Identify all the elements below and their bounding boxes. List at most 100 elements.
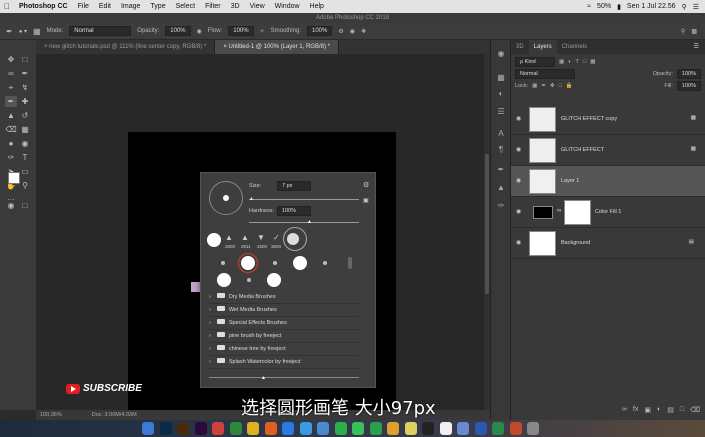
brush-folder[interactable]: › Wet Media Brushes: [209, 304, 359, 317]
clone-source-icon[interactable]: ▲: [495, 182, 507, 193]
firefox-icon[interactable]: [264, 422, 277, 435]
move-tool-icon[interactable]: ✥: [5, 54, 17, 65]
brush-preset[interactable]: [247, 278, 251, 282]
character-icon[interactable]: A: [495, 128, 507, 139]
appstore-icon[interactable]: [282, 422, 294, 435]
tab-glitch-tutorial[interactable]: × new glitch tutorials.psd @ 111% (line …: [36, 40, 216, 54]
visibility-eye-icon[interactable]: ◉: [516, 177, 521, 184]
layer-name[interactable]: Background: [561, 240, 590, 246]
new-group-icon[interactable]: ▤: [667, 406, 674, 418]
messages-icon[interactable]: [352, 422, 364, 435]
menu-help[interactable]: Help: [305, 3, 329, 10]
screen-mode-icon[interactable]: □: [19, 200, 31, 211]
visibility-eye-icon[interactable]: ◉: [516, 115, 521, 122]
powerpoint-icon[interactable]: [509, 422, 522, 435]
finder-icon[interactable]: [142, 422, 154, 435]
new-adjustment-icon[interactable]: ◐: [657, 406, 661, 418]
dodge-tool-icon[interactable]: ◉: [19, 138, 31, 149]
tab-channels[interactable]: Channels: [557, 40, 592, 54]
menu-file[interactable]: File: [73, 3, 94, 10]
recent-brush-round[interactable]: [207, 233, 221, 247]
layer-row[interactable]: ◉ Background ▤: [511, 228, 705, 259]
shape-tool-icon[interactable]: ▭: [19, 166, 31, 177]
menu-edit[interactable]: Edit: [94, 3, 116, 10]
layer-name[interactable]: Color Fill 1: [595, 209, 621, 215]
brush-folder[interactable]: › chinese tree by freeject: [209, 343, 359, 356]
chevron-right-icon[interactable]: ›: [209, 307, 211, 313]
fx-icon[interactable]: fx: [633, 406, 638, 418]
filter-pixel-icon[interactable]: ▦: [559, 59, 564, 65]
layer-name[interactable]: GLITCH EFFECT: [561, 147, 604, 153]
zoom-level[interactable]: 100,36%: [40, 410, 62, 420]
history-panel-icon[interactable]: ▦: [495, 72, 507, 83]
recent-brush-1-icon[interactable]: ▲: [225, 233, 233, 242]
brush-tool-icon[interactable]: ✒: [5, 96, 17, 107]
properties-icon[interactable]: ☰: [495, 106, 507, 117]
filter-adjust-icon[interactable]: ◐: [568, 59, 571, 65]
brush-grid-scrollbar[interactable]: [348, 257, 352, 269]
layer-name[interactable]: GLITCH EFFECT copy: [561, 116, 617, 122]
airbrush-icon[interactable]: ✧: [260, 28, 265, 35]
scrollbar-thumb[interactable]: [485, 154, 489, 294]
clock[interactable]: Sen 1 Jul 22.56: [627, 3, 676, 10]
fill-color-thumbnail[interactable]: [533, 206, 553, 219]
size-field[interactable]: 7 px: [277, 181, 311, 191]
new-preset-icon[interactable]: ▣: [363, 197, 369, 204]
brush-preset[interactable]: [221, 261, 225, 265]
opacity-field[interactable]: 100%: [165, 26, 191, 36]
lock-paint-icon[interactable]: ✒: [541, 83, 546, 89]
brush-folder[interactable]: › Special Effects Brushes: [209, 317, 359, 330]
tab-untitled-1[interactable]: × Untitled-1 @ 100% (Layer 1, RGB/8) *: [215, 40, 339, 54]
hardness-slider-thumb[interactable]: ▲: [307, 219, 312, 225]
link-layers-icon[interactable]: ∞: [622, 406, 627, 418]
spotlight-icon[interactable]: ⚲: [682, 3, 687, 11]
quick-mask-icon[interactable]: ◉: [5, 200, 17, 211]
layer-row[interactable]: ◉ Layer 1: [511, 166, 705, 197]
layer-row[interactable]: ◉ GLITCH EFFECT copy ▩: [511, 104, 705, 135]
panel-menu-icon[interactable]: ☰: [694, 40, 705, 54]
preview-size-thumb[interactable]: ▲: [261, 375, 266, 381]
layer-row[interactable]: ◉ GLITCH EFFECT ▩: [511, 135, 705, 166]
blur-tool-icon[interactable]: ●: [5, 138, 17, 149]
brush-preset-selected[interactable]: [238, 253, 258, 273]
brush-preset[interactable]: [293, 256, 307, 270]
size-slider[interactable]: [249, 199, 359, 200]
menu-window[interactable]: Window: [270, 3, 305, 10]
tab-3d[interactable]: 3D: [511, 40, 529, 54]
hardness-slider[interactable]: [249, 222, 359, 223]
recent-brush-3-icon[interactable]: ▼: [257, 233, 265, 242]
marquee-tool-icon[interactable]: □: [19, 54, 31, 65]
tab-layers[interactable]: Layers: [528, 40, 557, 54]
safari-icon[interactable]: [299, 422, 312, 435]
filter-shape-icon[interactable]: □: [583, 59, 586, 65]
healing-brush-icon[interactable]: ✚: [19, 96, 31, 107]
notification-icon[interactable]: ☰: [693, 3, 699, 11]
sheets-icon[interactable]: [229, 422, 242, 435]
chevron-right-icon[interactable]: ›: [209, 320, 211, 326]
brush-folder[interactable]: › pine brush by freeject: [209, 330, 359, 343]
chrome-icon[interactable]: [247, 422, 259, 435]
photoshop-icon[interactable]: [159, 422, 172, 435]
brush-preset-picker[interactable]: ● ▾: [19, 28, 27, 35]
chevron-right-icon[interactable]: ›: [209, 294, 211, 300]
brush-settings-icon[interactable]: ▦: [33, 27, 41, 36]
word-icon[interactable]: [474, 422, 487, 435]
music-icon[interactable]: [212, 422, 224, 435]
pen-tool-icon[interactable]: ✑: [5, 152, 17, 163]
adjustments-icon[interactable]: ◐: [495, 88, 507, 99]
type-tool-icon[interactable]: T: [19, 152, 31, 163]
hardness-field[interactable]: 100%: [277, 206, 311, 216]
pressure-opacity-icon[interactable]: ◉: [197, 28, 202, 35]
lasso-tool-icon[interactable]: ∞: [5, 68, 17, 79]
eyedropper-icon[interactable]: ↯: [19, 82, 31, 93]
menu-image[interactable]: Image: [116, 3, 145, 10]
mode-select[interactable]: Normal: [69, 26, 132, 36]
gradient-icon[interactable]: ▦: [19, 124, 31, 135]
lock-artboard-icon[interactable]: □: [559, 83, 562, 89]
brush-preset[interactable]: [273, 261, 277, 265]
brush-preset[interactable]: [217, 273, 231, 287]
brush-preset[interactable]: [267, 273, 281, 287]
preview-size-slider[interactable]: [209, 377, 359, 378]
zoom-tool-icon[interactable]: ⚲: [19, 180, 31, 191]
filter-smart-icon[interactable]: ▩: [590, 59, 595, 65]
